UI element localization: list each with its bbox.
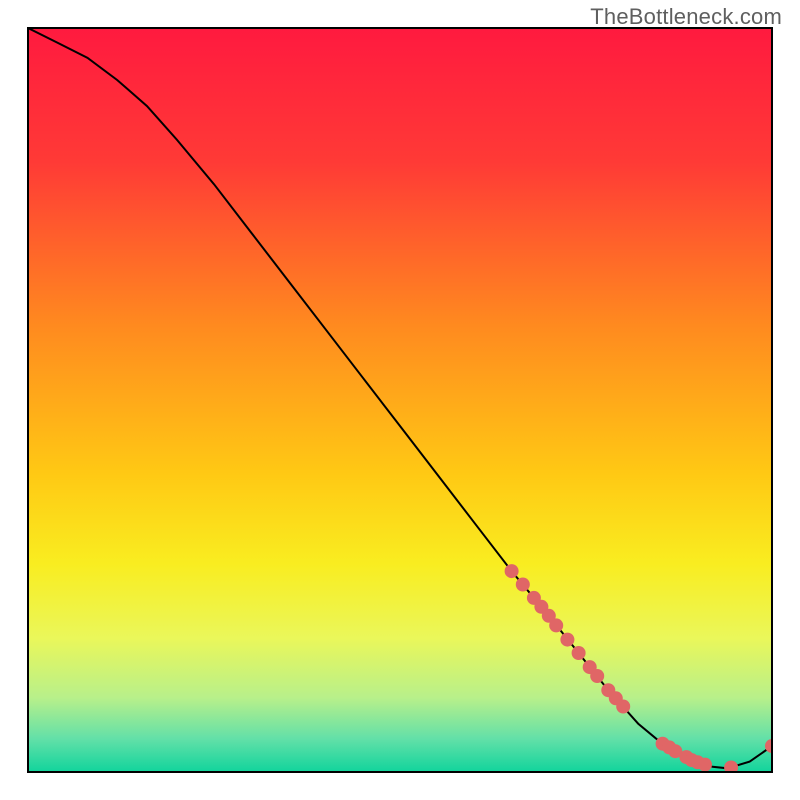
highlight-point <box>590 669 604 683</box>
chart-stage: TheBottleneck.com <box>0 0 800 800</box>
bottleneck-chart <box>0 0 800 800</box>
highlight-point <box>505 564 519 578</box>
highlight-point <box>549 618 563 632</box>
highlight-point <box>616 700 630 714</box>
highlight-point <box>698 758 712 772</box>
gradient-background <box>28 28 772 772</box>
watermark-label: TheBottleneck.com <box>590 4 782 30</box>
highlight-point <box>560 633 574 647</box>
highlight-point <box>572 646 586 660</box>
highlight-point <box>516 578 530 592</box>
